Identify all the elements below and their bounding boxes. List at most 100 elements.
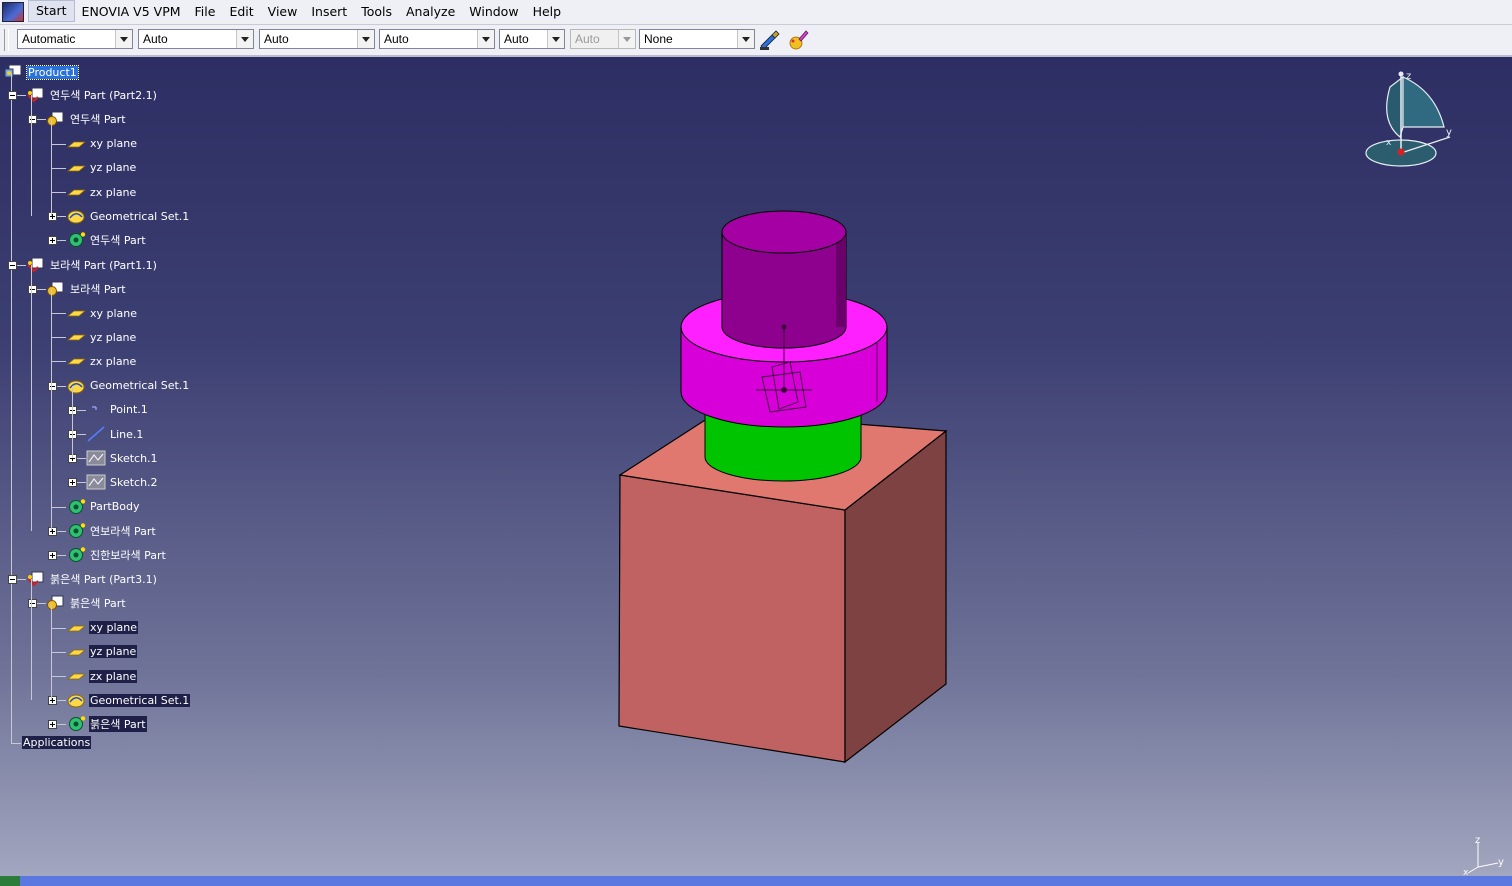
toolbar-grip[interactable] xyxy=(4,29,9,51)
tree-node-label[interactable]: 보라색 Part xyxy=(69,281,127,297)
menu-insert[interactable]: Insert xyxy=(304,0,354,24)
tree-node[interactable]: xy plane xyxy=(66,304,138,322)
tree-node-label[interactable]: PartBody xyxy=(89,500,140,513)
tree-node[interactable]: 연두색 Part xyxy=(46,110,127,128)
graphic-property-combo-5[interactable]: Auto xyxy=(499,29,565,49)
chevron-down-icon[interactable] xyxy=(737,30,754,48)
tree-node-label[interactable]: zx plane xyxy=(89,669,138,683)
tree-node[interactable]: Sketch.2 xyxy=(86,473,159,491)
tree-node-label[interactable]: 연두색 Part (Part2.1) xyxy=(49,87,158,103)
tree-node[interactable]: PartBody xyxy=(66,498,140,516)
tree-node-label[interactable]: yz plane xyxy=(89,331,137,344)
tree-node-label[interactable]: 연보라색 Part xyxy=(89,523,157,539)
tree-node-label[interactable]: zx plane xyxy=(89,186,137,199)
menu-file[interactable]: File xyxy=(188,0,223,24)
tree-node-label[interactable]: 연두색 Part xyxy=(89,232,147,248)
compass-icon[interactable]: z y x xyxy=(1360,69,1460,169)
tree-collapse-icon[interactable] xyxy=(28,599,37,609)
tree-expand-icon[interactable] xyxy=(48,236,57,246)
tree-node-label[interactable]: Geometrical Set.1 xyxy=(89,693,191,707)
menu-view[interactable]: View xyxy=(261,0,305,24)
tree-node-label[interactable]: 연두색 Part xyxy=(69,111,127,127)
tree-node-label[interactable]: yz plane xyxy=(89,645,138,659)
tree-node[interactable]: Sketch.1 xyxy=(86,449,159,467)
tree-node[interactable]: zx plane xyxy=(66,183,137,201)
tree-node[interactable]: yz plane xyxy=(66,643,138,661)
tree-node-label[interactable]: 붉은색 Part (Part3.1) xyxy=(49,571,158,587)
scroll-left-button[interactable] xyxy=(0,876,20,886)
chevron-down-icon[interactable] xyxy=(236,30,253,48)
tree-node[interactable]: xy plane xyxy=(66,135,138,153)
horizontal-scrollbar[interactable] xyxy=(0,876,1512,886)
chevron-down-icon[interactable] xyxy=(477,30,494,48)
menu-start[interactable]: Start xyxy=(28,0,75,22)
paintbrush-icon[interactable] xyxy=(758,28,782,52)
graphic-property-combo-7[interactable]: None xyxy=(639,29,755,49)
menu-analyze[interactable]: Analyze xyxy=(399,0,462,24)
tree-node[interactable]: 붉은색 Part xyxy=(46,594,127,612)
tree-node-label[interactable]: zx plane xyxy=(89,355,137,368)
tree-node[interactable]: Geometrical Set.1 xyxy=(66,691,191,709)
tree-node[interactable]: zx plane xyxy=(66,667,138,685)
tree-collapse-icon[interactable] xyxy=(8,575,17,585)
menu-edit[interactable]: Edit xyxy=(222,0,260,24)
tree-node-label[interactable]: 진한보라색 Part xyxy=(89,547,167,563)
tree-node[interactable]: 연두색 Part xyxy=(66,231,147,249)
tree-collapse-icon[interactable] xyxy=(48,381,57,391)
tree-node-label[interactable]: xy plane xyxy=(89,621,139,635)
menu-help[interactable]: Help xyxy=(526,0,569,24)
3d-viewport[interactable]: Product1 연두색 Part (Part2.1) 연두색 Part xy pla… xyxy=(0,57,1512,876)
tree-expand-icon[interactable] xyxy=(48,212,57,222)
tree-node-label[interactable]: Point.1 xyxy=(109,403,149,416)
tree-node[interactable]: yz plane xyxy=(66,328,137,346)
tree-collapse-icon[interactable] xyxy=(8,260,17,270)
menu-enovia-v5-vpm[interactable]: ENOVIA V5 VPM xyxy=(75,0,188,24)
tree-node[interactable]: 보라색 Part xyxy=(46,280,127,298)
chevron-down-icon[interactable] xyxy=(547,30,564,48)
tree-node-label[interactable]: Line.1 xyxy=(109,428,144,441)
tree-node[interactable]: zx plane xyxy=(66,352,137,370)
tree-node-label[interactable]: Geometrical Set.1 xyxy=(89,210,190,223)
tree-node[interactable]: Line.1 xyxy=(86,425,144,443)
tree-node[interactable]: Point.1 xyxy=(86,401,149,419)
tree-node[interactable]: 진한보라색 Part xyxy=(66,546,167,564)
tree-node-label[interactable]: xy plane xyxy=(89,137,138,150)
graphic-property-combo-2[interactable]: Auto xyxy=(138,29,254,49)
tree-node-label[interactable]: Applications xyxy=(22,736,92,750)
tree-node-label[interactable]: Sketch.1 xyxy=(109,452,159,465)
tree-node-label[interactable]: 붉은색 Part xyxy=(89,716,147,733)
tree-node[interactable]: xy plane xyxy=(66,619,139,637)
tree-expand-icon[interactable] xyxy=(48,720,57,730)
tree-node-label[interactable]: yz plane xyxy=(89,161,137,174)
graphic-property-combo-4[interactable]: Auto xyxy=(379,29,495,49)
tree-expand-icon[interactable] xyxy=(48,551,57,560)
tree-node-label[interactable]: 붉은색 Part xyxy=(69,595,127,611)
tree-node-label[interactable]: 보라색 Part (Part1.1) xyxy=(49,257,158,273)
tree-node-label[interactable]: xy plane xyxy=(89,307,138,320)
tree-node[interactable]: Geometrical Set.1 xyxy=(66,377,190,395)
tree-node[interactable]: 보라색 Part (Part1.1) xyxy=(26,256,158,274)
tree-node[interactable]: 연두색 Part (Part2.1) xyxy=(26,86,158,104)
catia-logo-icon[interactable] xyxy=(2,2,24,22)
graphic-property-combo-1[interactable]: Automatic xyxy=(17,29,133,49)
chevron-down-icon[interactable] xyxy=(115,30,132,48)
tree-node[interactable]: 붉은색 Part xyxy=(66,715,147,733)
tree-node-label[interactable]: Geometrical Set.1 xyxy=(89,379,190,392)
graphic-property-combo-3[interactable]: Auto xyxy=(259,29,375,49)
tree-node-root[interactable]: Product1 xyxy=(4,63,79,81)
properties-painter-icon[interactable] xyxy=(786,28,810,52)
tree-node-label[interactable]: Product1 xyxy=(26,64,79,80)
tree-node-label[interactable]: Sketch.2 xyxy=(109,476,159,489)
menu-tools[interactable]: Tools xyxy=(354,0,399,24)
tree-expand-icon[interactable] xyxy=(68,478,77,488)
menu-window[interactable]: Window xyxy=(462,0,525,24)
tree-node[interactable]: Geometrical Set.1 xyxy=(66,207,190,225)
tree-collapse-icon[interactable] xyxy=(28,284,37,294)
tree-expand-icon[interactable] xyxy=(48,526,57,536)
tree-collapse-icon[interactable] xyxy=(8,91,17,101)
tree-node[interactable]: 붉은색 Part (Part3.1) xyxy=(26,570,158,588)
tree-node-applications[interactable]: Applications xyxy=(22,734,92,752)
chevron-down-icon[interactable] xyxy=(357,30,374,48)
tree-node[interactable]: 연보라색 Part xyxy=(66,522,157,540)
tree-collapse-icon[interactable] xyxy=(28,115,37,125)
